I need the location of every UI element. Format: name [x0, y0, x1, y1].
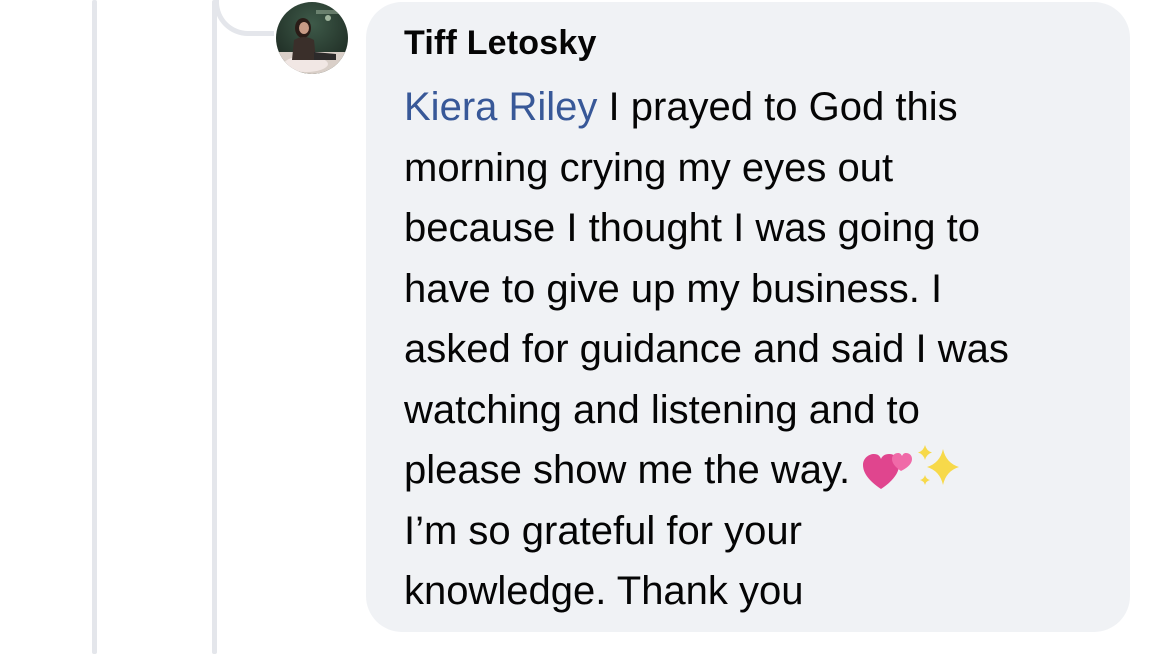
avatar[interactable] — [276, 2, 348, 74]
sparkles-icon — [918, 445, 960, 485]
comment-line: please show me the way. — [404, 440, 1124, 501]
comment-thread: Tiff Letosky Kiera Riley I prayed to God… — [0, 0, 1170, 654]
two-hearts-icon — [863, 453, 913, 489]
reply-connector — [214, 0, 274, 36]
comment-line: Kiera Riley I prayed to God this — [404, 77, 1124, 138]
comment-author-name[interactable]: Tiff Letosky — [404, 24, 597, 63]
mention-link[interactable]: Kiera Riley — [404, 85, 597, 129]
comment-line: have to give up my business. I — [404, 266, 943, 311]
comment-text: Kiera Riley I prayed to God this morning… — [404, 77, 1124, 622]
comment-line: morning crying my eyes out — [404, 145, 894, 190]
comment-text-segment: please show me the way. — [404, 448, 862, 492]
thread-line-outer — [92, 0, 97, 654]
comment-line: watching and listening and to — [404, 387, 920, 432]
comment-line: because I thought I was going to — [404, 206, 980, 250]
comment-text-segment: I prayed to God this — [597, 85, 958, 129]
comment-line: knowledge. Thank you — [404, 569, 804, 613]
avatar-image — [276, 2, 348, 74]
comment-line: I’m so grateful for your — [404, 508, 802, 553]
thread-line-inner — [212, 0, 217, 654]
comment-line: asked for guidance and said I was — [404, 327, 1009, 371]
